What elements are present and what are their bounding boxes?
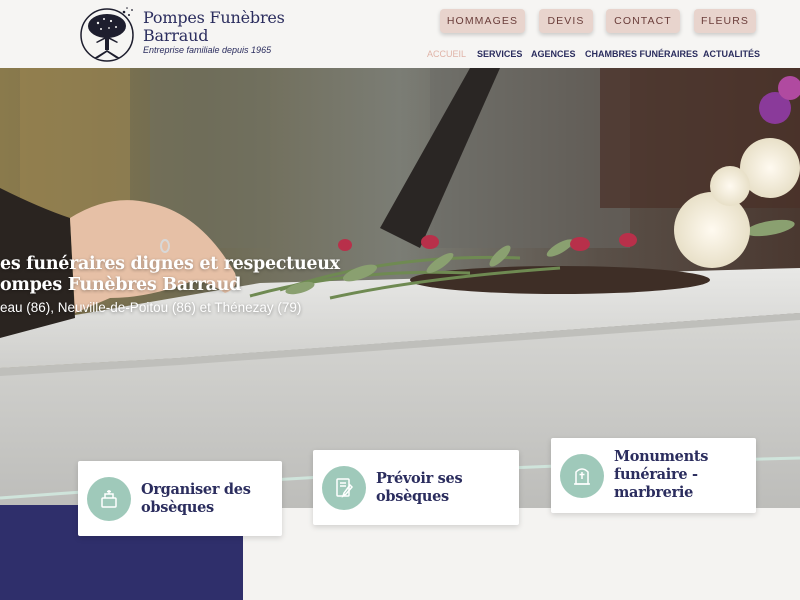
devis-button[interactable]: DEVIS — [539, 9, 593, 33]
main-nav: ACCUEIL SERVICES AGENCES CHAMBRES FUNÉRA… — [0, 49, 800, 61]
hero-title-line2: ompes Funèbres Barraud — [0, 275, 242, 295]
page: Pompes Funèbres Barraud Entreprise famil… — [0, 0, 800, 600]
card-prevoir-obseques[interactable]: Prévoir ses obsèques — [313, 450, 519, 525]
tombstone-icon — [560, 454, 604, 498]
nav-item-services[interactable]: SERVICES — [477, 49, 522, 59]
nav-item-actualites[interactable]: ACTUALITÉS — [703, 49, 760, 59]
logo-name-line2: Barraud — [143, 26, 209, 45]
site-header: Pompes Funèbres Barraud Entreprise famil… — [0, 0, 800, 68]
logo-name-line1: Pompes Funèbres — [143, 8, 285, 27]
card-organiser-obseques[interactable]: Organiser des obsèques — [78, 461, 282, 536]
fleurs-button[interactable]: FLEURS — [694, 9, 756, 33]
nav-item-accueil[interactable]: ACCUEIL — [427, 49, 466, 59]
logo-name: Pompes Funèbres Barraud — [143, 9, 293, 45]
nav-item-agences[interactable]: AGENCES — [531, 49, 576, 59]
funeral-urn-icon — [87, 477, 131, 521]
hero-locations: eau (86), Neuville-de-Poitou (86) et Thé… — [0, 300, 302, 315]
card-title-organiser: Organiser des obsèques — [141, 481, 251, 516]
hero-title-line1: es funéraires dignes et respectueux — [0, 254, 340, 274]
contract-pen-icon — [322, 466, 366, 510]
card-title-prevoir: Prévoir ses obsèques — [376, 470, 463, 505]
nav-item-chambres-funeraires[interactable]: CHAMBRES FUNÉRAIRES — [585, 49, 698, 59]
card-title-monuments: Monuments funéraire - marbrerie — [614, 448, 709, 501]
contact-button[interactable]: CONTACT — [606, 9, 680, 33]
hommages-button[interactable]: HOMMAGES — [440, 9, 525, 33]
card-monuments-marbrerie[interactable]: Monuments funéraire - marbrerie — [551, 438, 756, 513]
